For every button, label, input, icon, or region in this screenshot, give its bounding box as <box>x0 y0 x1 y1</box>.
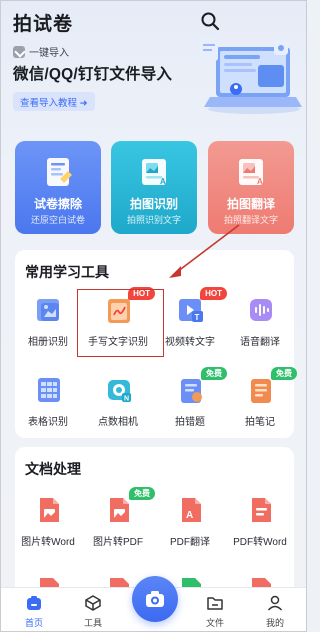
voice-translate-icon <box>250 299 272 321</box>
tool-video-to-text[interactable]: T HOT 视频转文字 <box>155 287 227 357</box>
nav-label: 文件 <box>205 618 224 628</box>
feature-card-title: 试卷擦除 <box>33 197 82 211</box>
count-camera-icon: N <box>108 380 131 403</box>
tool-count-camera[interactable]: N 点数相机 <box>83 375 153 437</box>
svg-text:A: A <box>257 177 263 186</box>
import-illustration <box>200 39 302 114</box>
app-title: 拍试卷 <box>13 14 74 35</box>
tool-label: 拍笔记 <box>245 417 275 428</box>
tool-image-to-word[interactable]: 图片转Word <box>13 495 83 557</box>
tool-pdf-translate[interactable]: A PDF翻译 <box>155 495 225 557</box>
tool-wrong-questions[interactable]: 免费 拍错题 <box>155 367 227 437</box>
hot-badge: HOT <box>200 287 227 300</box>
camera-button[interactable] <box>132 576 178 622</box>
feature-card-image-translate[interactable]: A 拍图翻译 拍照翻译文字 <box>208 141 294 234</box>
album-scan-icon <box>37 299 59 321</box>
tool-label: 点数相机 <box>98 417 138 428</box>
import-headline: 微信/QQ/钉钉文件导入 <box>13 66 173 83</box>
tool-take-notes[interactable]: 免费 拍笔记 <box>225 367 297 437</box>
folder-icon <box>207 597 223 610</box>
feature-card-exam-erase[interactable]: 试卷擦除 还原空白试卷 <box>15 141 101 234</box>
tool-table-recognition[interactable]: 表格识别 <box>13 375 83 437</box>
tool-album-recognition[interactable]: 相册识别 <box>13 295 83 357</box>
free-badge: 免费 <box>129 487 155 500</box>
image-to-word-icon <box>40 498 59 522</box>
nav-label: 我的 <box>265 618 284 628</box>
free-badge: 免费 <box>201 367 227 380</box>
feature-card-title: 拍图识别 <box>129 197 178 211</box>
profile-icon <box>267 595 283 611</box>
pdf-to-word-icon <box>252 498 271 522</box>
exam-erase-icon <box>47 158 72 186</box>
feature-card-image-recognition[interactable]: A 拍图识别 拍照识别文字 <box>111 141 197 234</box>
tool-pdf-to-word[interactable]: PDF转Word <box>225 495 295 557</box>
table-icon <box>38 378 60 402</box>
image-translate-icon: A <box>239 159 263 186</box>
nav-label: 工具 <box>83 618 102 628</box>
free-badge: 免费 <box>271 367 297 380</box>
svg-text:T: T <box>195 313 200 322</box>
toolbox-icon <box>85 595 101 611</box>
import-hint-label: 一键导入 <box>29 48 69 59</box>
tool-label: PDF转Word <box>233 537 287 548</box>
section-title: 文档处理 <box>25 461 81 477</box>
annotation-highlight-box <box>77 289 164 357</box>
app-screen: 拍试卷 一键导入 微信/QQ/钉钉文件导入 查看导入教程 ➜ 试卷擦除 还原空白… <box>0 0 307 632</box>
import-hint: 一键导入 <box>13 44 69 59</box>
feature-card-subtitle: 还原空白试卷 <box>30 215 85 225</box>
pdf-translate-icon: A <box>182 498 201 522</box>
annotation-arrow <box>169 224 240 278</box>
nav-tools[interactable]: 工具 <box>73 594 113 629</box>
tool-image-to-pdf[interactable]: 免费 图片转PDF <box>83 487 155 557</box>
tool-label: 语音翻译 <box>240 337 280 348</box>
nav-home[interactable]: 首页 <box>14 594 54 629</box>
svg-text:A: A <box>160 177 166 186</box>
feature-card-title: 拍图翻译 <box>226 197 275 211</box>
nav-profile[interactable]: 我的 <box>255 594 295 629</box>
camera-icon <box>146 591 164 607</box>
svg-text:A: A <box>186 510 193 521</box>
import-icon <box>13 45 25 58</box>
tool-voice-translate[interactable]: 语音翻译 <box>225 295 295 357</box>
view-tutorial-button[interactable]: 查看导入教程 ➜ <box>13 92 95 111</box>
home-icon <box>27 596 41 610</box>
section-title: 常用学习工具 <box>25 264 109 280</box>
nav-label: 首页 <box>24 618 43 628</box>
search-icon[interactable] <box>200 11 220 31</box>
image-recognition-icon: A <box>142 159 166 186</box>
svg-text:N: N <box>124 396 129 403</box>
nav-files[interactable]: 文件 <box>195 594 235 629</box>
tool-label: 图片转PDF <box>93 537 143 548</box>
